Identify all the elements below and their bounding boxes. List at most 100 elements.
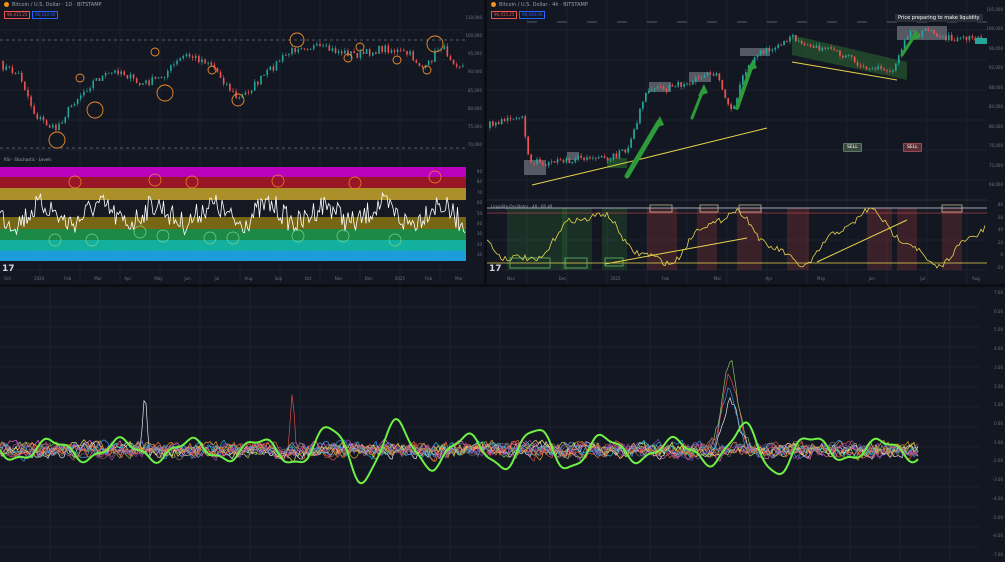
left-price-candle: [14, 73, 17, 74]
left-price-candle: [36, 113, 39, 120]
left-price-candle: [52, 124, 54, 128]
left-price-candle: [393, 50, 396, 53]
right-price-candle: [662, 86, 665, 89]
left-price-candle: [356, 53, 359, 58]
right-price-candle: [933, 30, 935, 34]
right-price-candle: [924, 28, 927, 31]
right-price-candle: [606, 157, 609, 161]
left-price-candle: [378, 45, 380, 54]
right-price-candle: [792, 34, 794, 37]
right-price-candle: [836, 50, 838, 51]
right-price-axis-label: 80,000: [989, 123, 1003, 129]
left-sell-button[interactable]: 96,415.25: [4, 11, 31, 19]
right-price-candle: [847, 55, 850, 57]
left-price-candle: [173, 64, 175, 66]
left-price-candle: [421, 66, 424, 68]
right-price-candle: [639, 108, 641, 124]
right-price-candle: [959, 37, 962, 39]
left-price-candle: [73, 104, 76, 106]
oscillator-band: [0, 251, 466, 261]
tradingview-logo[interactable]: 17: [2, 264, 15, 274]
left-price-candle: [232, 90, 234, 92]
left-price-candle: [191, 56, 194, 59]
right-price-candle: [765, 48, 768, 54]
right-price-candle: [906, 37, 909, 40]
bottom-y-axis-label: 6.00: [994, 308, 1003, 314]
multi-oscillator-canvas[interactable]: [0, 287, 1005, 562]
oscillator-band: [0, 229, 466, 240]
right-price-candle: [715, 73, 718, 76]
right-chart-pane[interactable]: Bitcoin / U.S. Dollar · 4h · BITSTAMP 96…: [487, 0, 1005, 284]
right-price-candle: [636, 123, 638, 130]
left-price-candle: [123, 71, 126, 76]
time-axis-label: Nov: [334, 276, 343, 281]
left-price-candle: [328, 45, 331, 51]
right-price-candle: [594, 157, 597, 159]
right-price-candle: [956, 38, 959, 41]
left-indicator-title: RSI · Stochastic · Levels: [4, 157, 52, 162]
right-buy-button[interactable]: 96,430.00: [519, 11, 546, 19]
left-price-candle: [229, 83, 231, 91]
right-price-axis-label: 96,000: [989, 45, 1003, 51]
time-axis-label: May: [154, 276, 163, 281]
left-buy-button[interactable]: 96,430.00: [32, 11, 59, 19]
left-price-axis-label: 100,000: [465, 33, 482, 39]
right-price-candle: [530, 154, 532, 163]
right-price-candle: [671, 84, 674, 87]
bottom-y-axis-label: 5.00: [994, 327, 1003, 333]
left-price-candle: [135, 78, 138, 84]
left-price-candle: [24, 81, 26, 90]
right-price-candle: [912, 30, 915, 32]
left-price-candle: [132, 74, 135, 79]
overbought-zone: [897, 208, 917, 270]
right-chart-symbol: Bitcoin / U.S. Dollar · 4h · BITSTAMP: [499, 2, 588, 8]
left-price-candle: [458, 66, 461, 68]
right-price-axis-label: 68,000: [989, 182, 1003, 187]
left-price-candle: [359, 51, 362, 58]
left-price-candle: [207, 62, 209, 64]
right-oscillator-axis-label: 20: [997, 239, 1003, 245]
right-price-candle: [818, 45, 821, 51]
horizontal-divider[interactable]: [0, 284, 1005, 287]
right-price-candle: [680, 82, 682, 87]
right-price-candle: [868, 68, 871, 70]
right-price-candle: [839, 50, 841, 56]
left-chart-canvas[interactable]: [0, 0, 484, 284]
vertical-divider[interactable]: [484, 0, 487, 284]
right-price-candle: [806, 44, 809, 46]
right-sell-button[interactable]: 96,415.25: [491, 11, 518, 19]
right-price-candle: [503, 119, 506, 121]
left-chart-pane[interactable]: Bitcoin / U.S. Dollar · 1D · BITSTAMP 96…: [0, 0, 484, 284]
left-price-candle: [244, 92, 247, 95]
right-price-candle: [521, 116, 524, 118]
left-price-candle: [238, 97, 241, 99]
left-oscillator-axis-label: 70: [476, 189, 482, 195]
multi-oscillator-pane[interactable]: 7.00 6.00 5.00 4.00 3.00 2.00 1.00 0.00 -1.00 -2.…: [0, 287, 1005, 562]
right-price-candle: [533, 162, 535, 164]
left-price-candle: [114, 70, 116, 73]
right-chart-canvas[interactable]: [487, 0, 1005, 284]
right-price-candle: [592, 157, 594, 159]
time-axis-label: Mar: [455, 276, 463, 281]
time-axis-label: Apr: [765, 276, 773, 281]
left-price-candle: [247, 92, 250, 94]
left-price-candle: [409, 51, 411, 55]
left-oscillator-axis-label: 60: [476, 200, 482, 206]
bitcoin-icon: [4, 2, 9, 7]
right-price-candle: [612, 153, 615, 160]
time-axis-label: Oct: [4, 276, 11, 281]
right-price-candle: [600, 156, 603, 158]
left-price-candle: [5, 66, 8, 70]
right-price-candle: [886, 70, 888, 72]
right-price-candle: [674, 86, 677, 88]
tradingview-logo[interactable]: 17: [489, 264, 502, 274]
right-price-candle: [774, 47, 777, 50]
left-price-axis-label: 110,000: [465, 15, 482, 20]
left-price-candle: [129, 74, 132, 79]
left-price-candle: [337, 51, 340, 53]
right-price-candle: [883, 68, 885, 71]
right-price-candle: [689, 83, 691, 85]
right-price-candle: [656, 86, 659, 89]
right-price-candle: [953, 40, 956, 42]
right-price-candle: [768, 48, 771, 51]
